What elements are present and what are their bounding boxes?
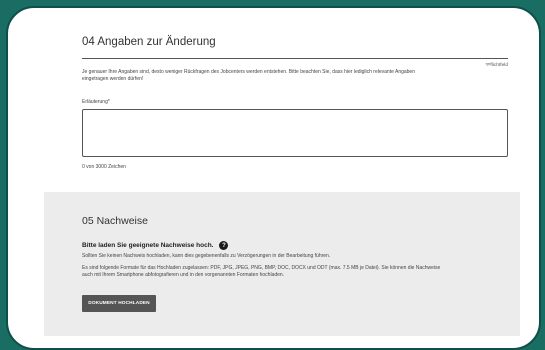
section-change-details: 04 Angaben zur Änderung *Pflichtfeld Je … [82,36,508,170]
divider [82,58,508,59]
formats-note: Es sind folgende Formate für das Hochlad… [82,265,441,278]
char-counter: 0 von 3000 Zeichen [82,164,126,170]
section-title: 05 Nachweise [82,215,148,227]
question-icon[interactable]: ? [219,241,229,250]
section-proof: 05 Nachweise Bitte laden Sie geeignete N… [44,192,520,336]
required-note: *Pflichtfeld [485,63,508,68]
explanation-textarea[interactable] [82,109,508,157]
upload-document-button[interactable]: DOKUMENT HOCHLADEN [82,295,156,312]
page-frame: 04 Angaben zur Änderung *Pflichtfeld Je … [6,6,541,350]
intro-text: Je genauer Ihre Angaben sind, desto weni… [82,69,415,82]
section-title: 04 Angaben zur Änderung [82,36,216,48]
explanation-label: Erläuterung* [82,99,110,105]
upload-subtitle: Bitte laden Sie geeignete Nachweise hoch… [82,242,214,249]
delay-note: Sollten Sie keinen Nachweis hochladen, k… [82,253,331,259]
